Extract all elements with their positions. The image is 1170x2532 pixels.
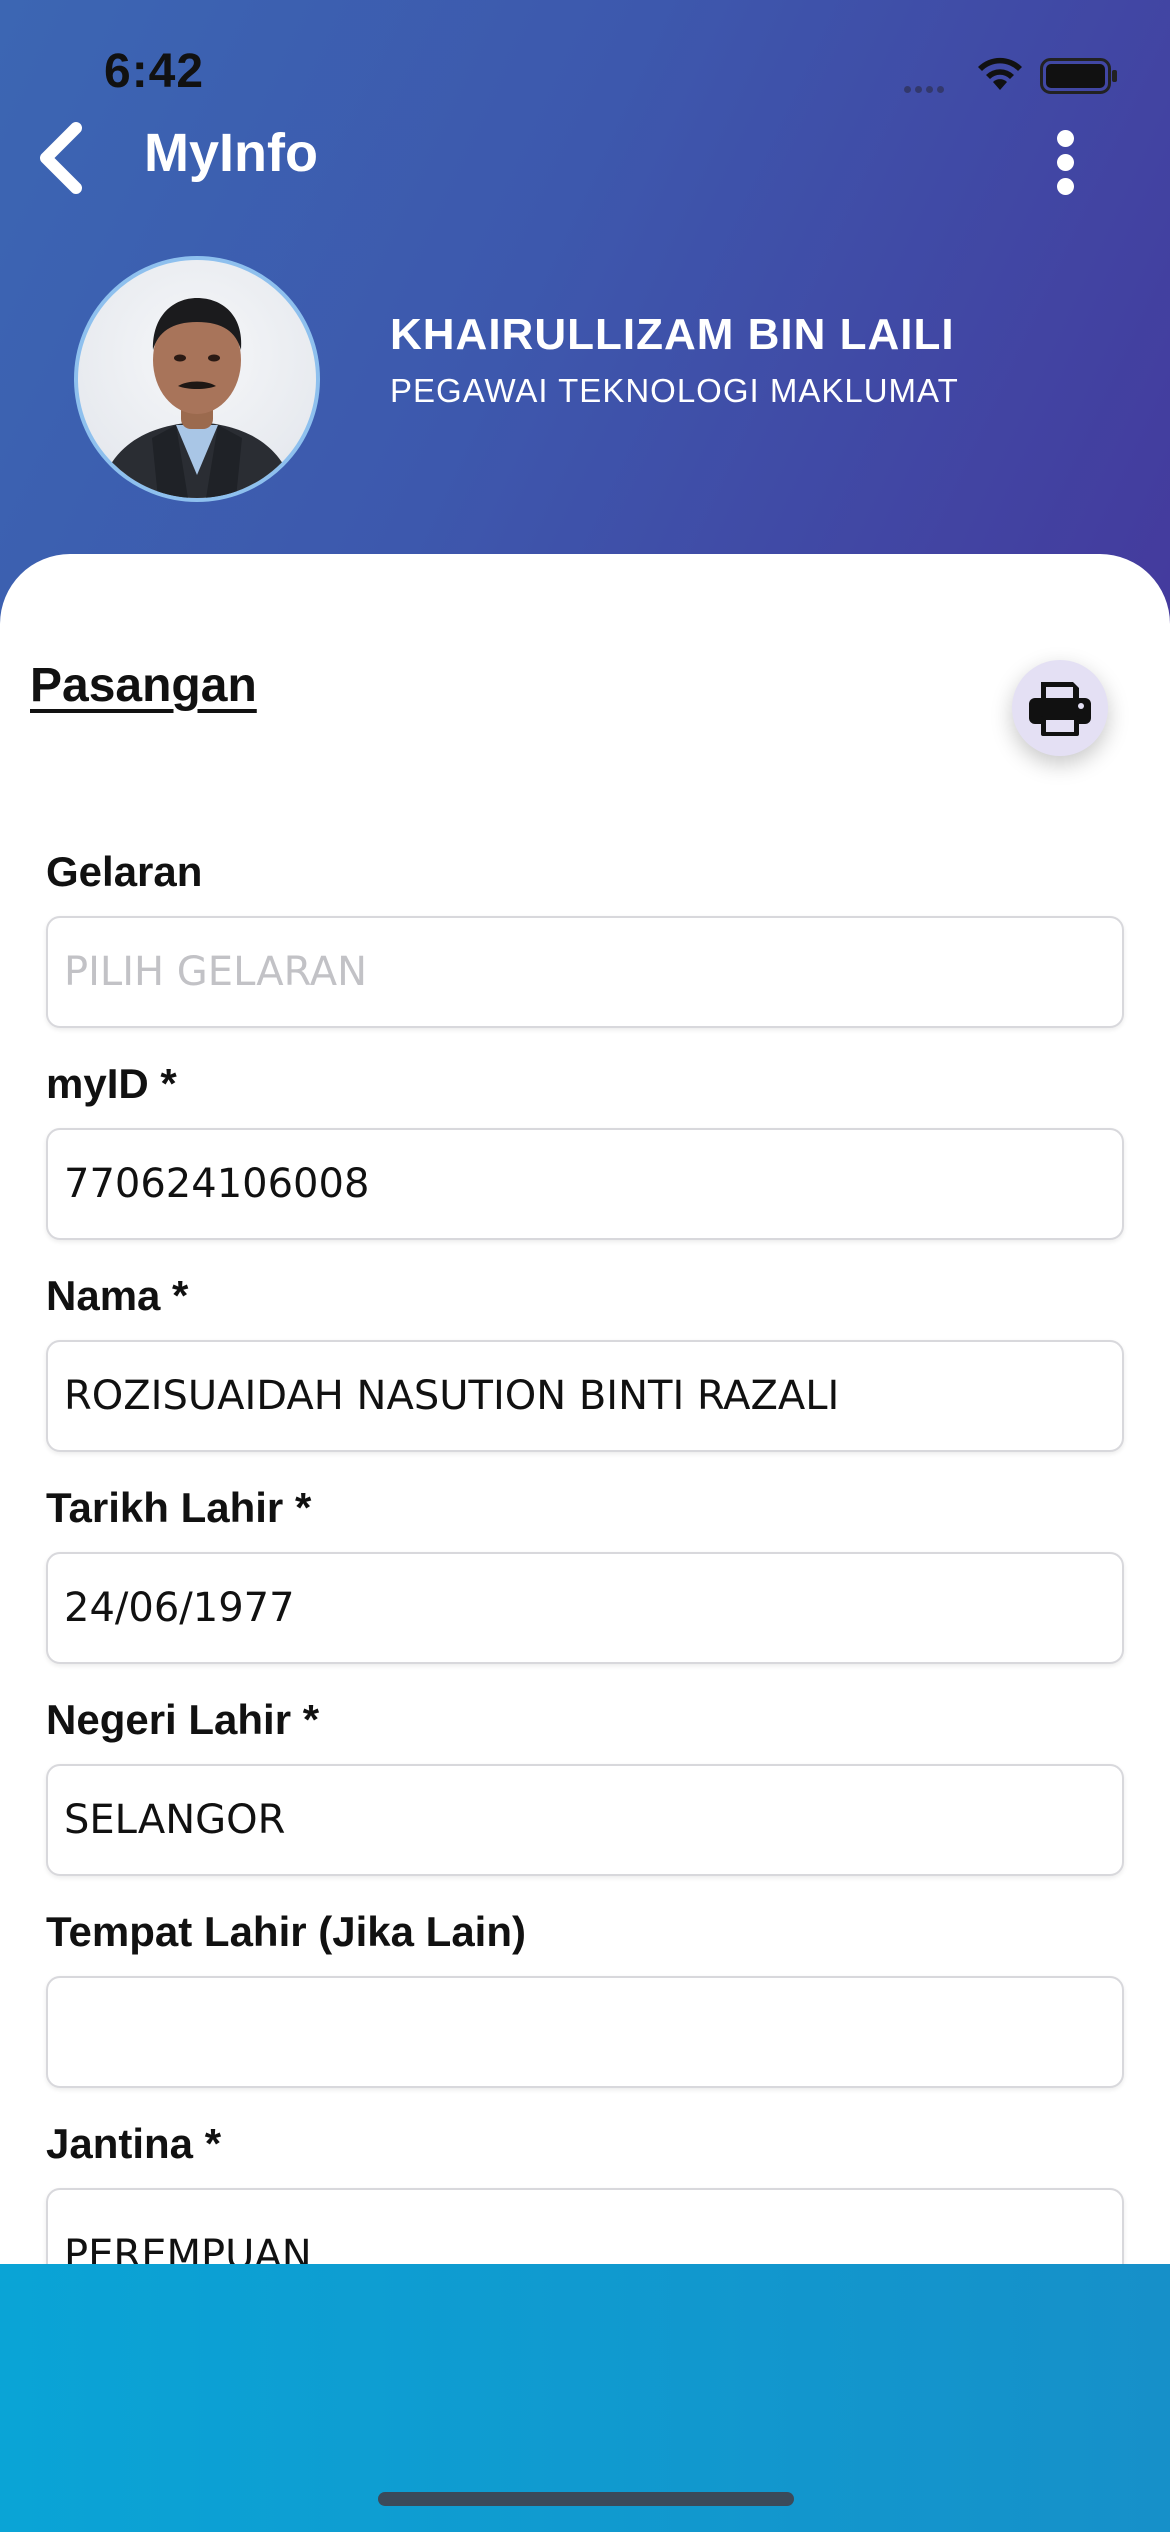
field-label-myid: myID * xyxy=(46,1060,177,1107)
myid-value: 770624106008 xyxy=(64,1161,370,1207)
page-title: MyInfo xyxy=(144,123,318,183)
myid-field[interactable]: 770624106008 xyxy=(46,1128,1124,1240)
field-label-jantina: Jantina * xyxy=(46,2120,222,2167)
negeri-lahir-value: SELANGOR xyxy=(64,1797,286,1843)
profile-name: KHAIRULLIZAM BIN LAILI xyxy=(390,310,955,359)
screen: 6:42 MyInfo KHAIRULLIZAM BIN LAILI PEGAW… xyxy=(0,0,1170,2532)
wifi-icon xyxy=(972,54,1028,99)
gelaran-input[interactable] xyxy=(64,949,1106,995)
status-time: 6:42 xyxy=(104,45,205,98)
field-label-nama: Nama * xyxy=(46,1272,189,1319)
field-label-negeri-lahir: Negeri Lahir * xyxy=(46,1696,320,1743)
tempat-lahir-field[interactable] xyxy=(46,1976,1124,2088)
negeri-lahir-field[interactable]: SELANGOR xyxy=(46,1764,1124,1876)
print-button[interactable] xyxy=(1012,660,1108,756)
nama-field[interactable]: ROZISUAIDAH NASUTION BINTI RAZALI xyxy=(46,1340,1124,1452)
field-label-tarikh-lahir: Tarikh Lahir * xyxy=(46,1484,312,1531)
more-options-button[interactable] xyxy=(1040,130,1090,196)
chevron-left-icon xyxy=(40,122,82,194)
tarikh-lahir-field[interactable]: 24/06/1977 xyxy=(46,1552,1124,1664)
home-indicator[interactable] xyxy=(378,2492,794,2506)
battery-icon xyxy=(1040,58,1120,99)
profile-role: PEGAWAI TEKNOLOGI MAKLUMAT xyxy=(390,372,959,409)
cellular-signal-icon xyxy=(904,80,948,98)
avatar xyxy=(74,256,320,502)
tarikh-lahir-value: 24/06/1977 xyxy=(64,1585,295,1631)
section-title[interactable]: Pasangan xyxy=(30,658,257,713)
gelaran-select[interactable] xyxy=(46,916,1124,1028)
vertical-dots-icon xyxy=(1040,130,1090,195)
field-label-gelaran: Gelaran xyxy=(46,848,203,895)
profile-photo xyxy=(98,298,296,498)
nama-value: ROZISUAIDAH NASUTION BINTI RAZALI xyxy=(64,1373,840,1419)
back-button[interactable] xyxy=(32,118,92,198)
field-label-tempat-lahir: Tempat Lahir (Jika Lain) xyxy=(46,1908,526,1955)
printer-icon xyxy=(1029,682,1091,736)
